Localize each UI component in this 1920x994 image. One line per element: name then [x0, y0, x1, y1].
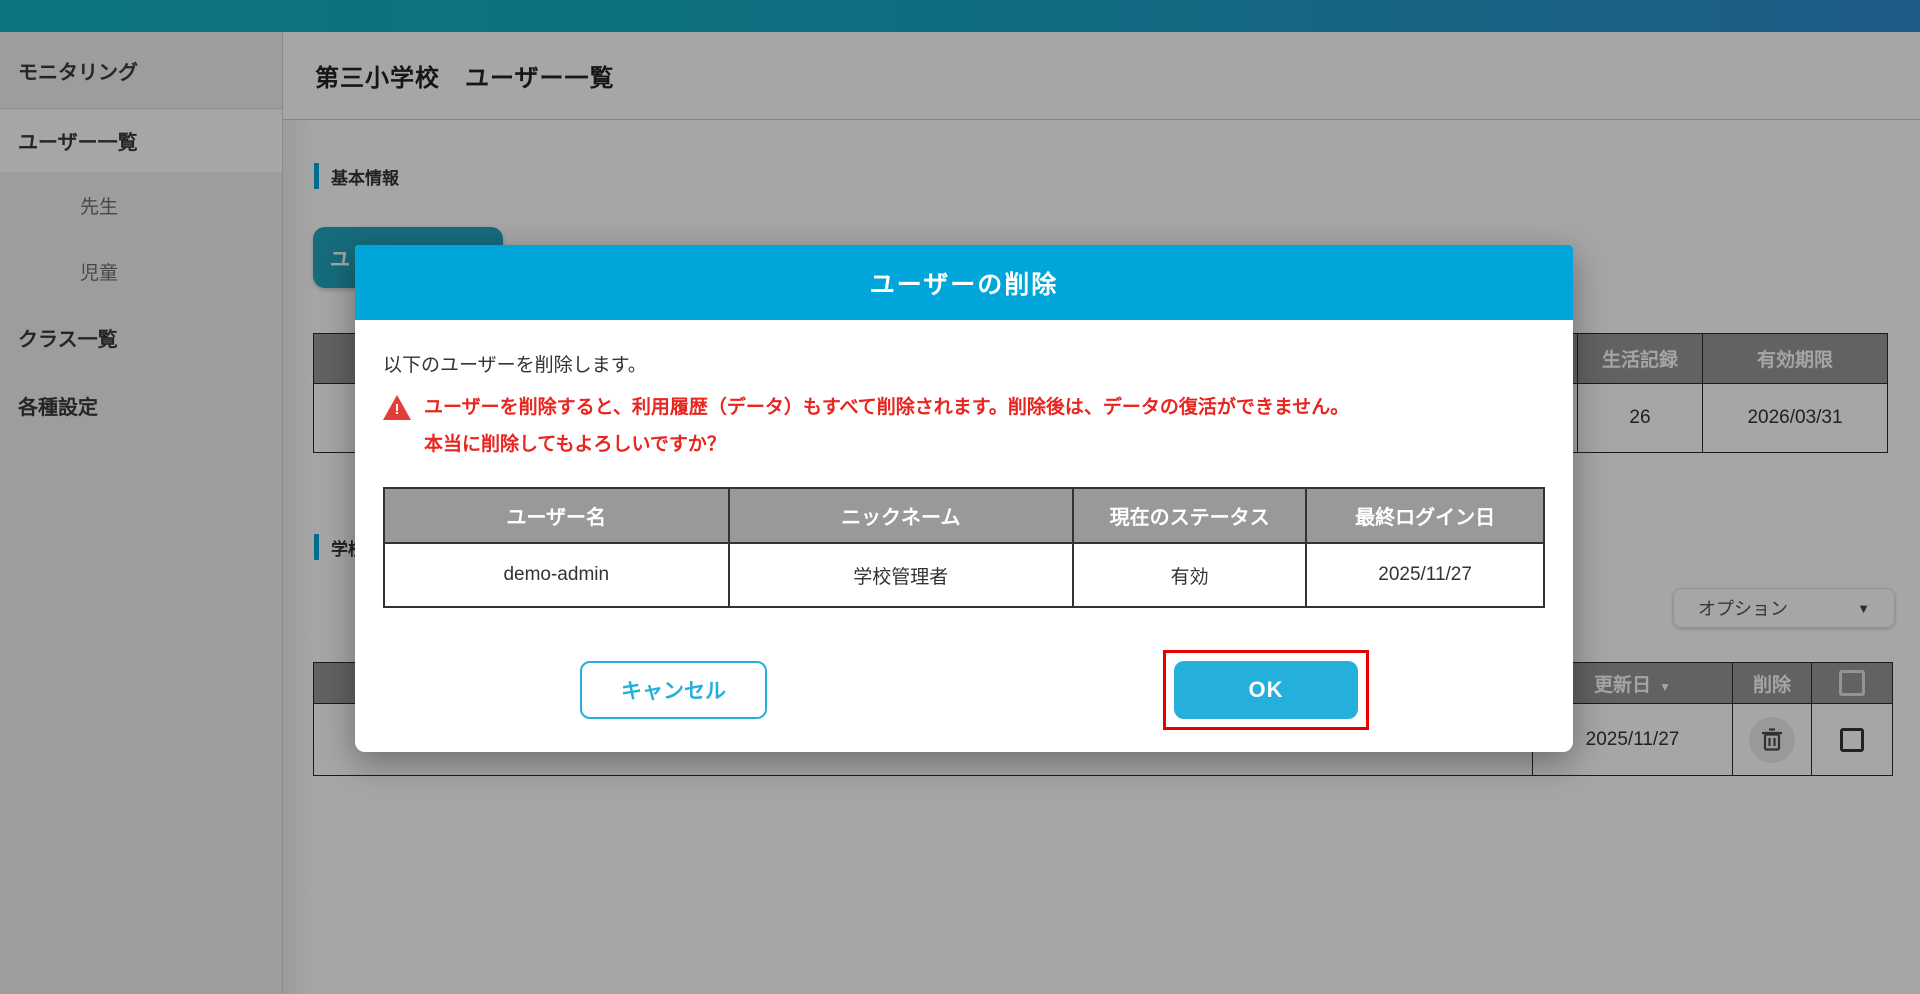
modal-table-cell-nickname: 学校管理者 — [729, 543, 1074, 607]
modal-table-header-status: 現在のステータス — [1073, 488, 1306, 543]
modal-body: 以下のユーザーを削除します。 ! ユーザーを削除すると、利用履歴（データ）もすべ… — [355, 320, 1573, 730]
modal-table-header-nickname: ニックネーム — [729, 488, 1074, 543]
modal-table-cell-status: 有効 — [1073, 543, 1306, 607]
modal-table-cell-username: demo-admin — [384, 543, 729, 607]
modal-title: ユーザーの削除 — [870, 265, 1059, 301]
ok-button[interactable]: OK — [1174, 661, 1358, 719]
cancel-button[interactable]: キャンセル — [580, 661, 767, 719]
modal-table-header-last-login: 最終ログイン日 — [1306, 488, 1544, 543]
warning-block: ! ユーザーを削除すると、利用履歴（データ）もすべて削除されます。削除後は、デー… — [383, 389, 1545, 463]
warning-exclamation: ! — [395, 401, 400, 420]
warning-line-1: ユーザーを削除すると、利用履歴（データ）もすべて削除されます。削除後は、データの… — [424, 389, 1349, 426]
ok-button-focus-outline: OK — [1163, 650, 1369, 730]
modal-table-cell-last-login: 2025/11/27 — [1306, 543, 1544, 607]
modal-buttons-row: キャンセル OK — [383, 650, 1545, 730]
table-row: demo-admin 学校管理者 有効 2025/11/27 — [384, 543, 1544, 607]
warning-triangle-icon: ! — [383, 395, 411, 420]
warning-line-2: 本当に削除してもよろしいですか？ — [424, 426, 1349, 463]
modal-user-table: ユーザー名 ニックネーム 現在のステータス 最終ログイン日 demo-admin… — [383, 487, 1545, 608]
modal-lead-text: 以下のユーザーを削除します。 — [383, 350, 1545, 377]
modal-table-header-username: ユーザー名 — [384, 488, 729, 543]
modal-header: ユーザーの削除 — [355, 245, 1573, 320]
modal-table-header-row: ユーザー名 ニックネーム 現在のステータス 最終ログイン日 — [384, 488, 1544, 543]
warning-text: ユーザーを削除すると、利用履歴（データ）もすべて削除されます。削除後は、データの… — [424, 389, 1349, 463]
delete-user-modal: ユーザーの削除 以下のユーザーを削除します。 ! ユーザーを削除すると、利用履歴… — [355, 245, 1573, 752]
